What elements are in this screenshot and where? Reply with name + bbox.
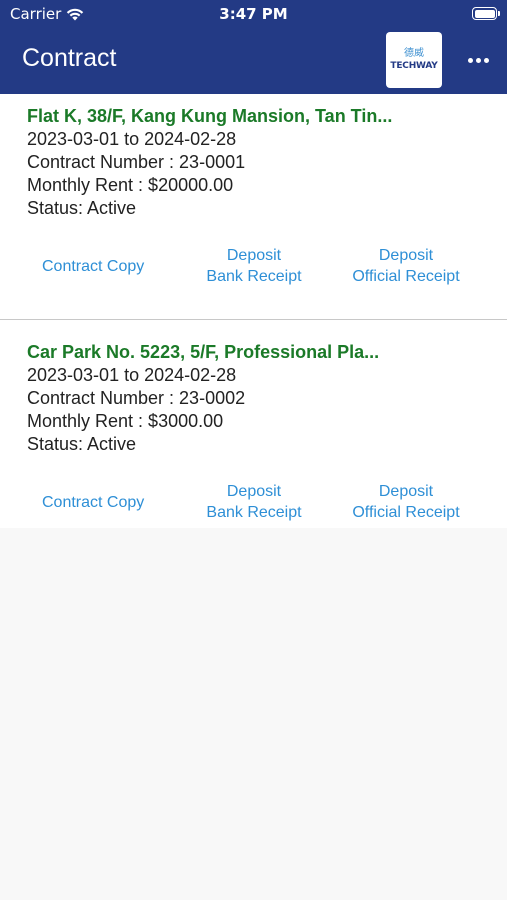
- link-line: Deposit: [378, 483, 434, 500]
- more-menu-button[interactable]: [463, 48, 493, 72]
- logo-chinese-text: 德威: [404, 48, 424, 59]
- contract-status: Status: Active: [27, 198, 137, 218]
- page-title: Contract: [22, 44, 117, 72]
- link-line: Bank Receipt: [206, 268, 302, 285]
- clock: 3:47 PM: [219, 5, 288, 23]
- logo-text: TECHWAY: [390, 61, 438, 71]
- more-icon-dot: [475, 57, 481, 63]
- link-line: Bank Receipt: [206, 504, 302, 521]
- contract-period: 2023-03-01 to 2024-02-28: [27, 129, 237, 149]
- monthly-rent: Monthly Rent : $3000.00: [27, 411, 224, 431]
- link-line: Deposit: [226, 247, 282, 264]
- contract-period: 2023-03-01 to 2024-02-28: [27, 365, 237, 385]
- deposit-bank-receipt-link[interactable]: Deposit Bank Receipt: [198, 481, 310, 523]
- deposit-official-receipt-link[interactable]: Deposit Official Receipt: [340, 245, 472, 287]
- contract-status: Status: Active: [27, 434, 137, 454]
- deposit-official-receipt-link[interactable]: Deposit Official Receipt: [340, 481, 472, 523]
- contract-copy-link[interactable]: Contract Copy: [42, 256, 144, 277]
- property-title: Flat K, 38/F, Kang Kung Mansion, Tan Tin…: [27, 106, 393, 126]
- app-header: Carrier 3:47 PM Contract 德威 TECHWAY: [0, 0, 507, 94]
- battery-icon: [472, 7, 497, 20]
- deposit-bank-receipt-link[interactable]: Deposit Bank Receipt: [198, 245, 310, 287]
- contract-number: Contract Number : 23-0001: [27, 152, 246, 172]
- property-title: Car Park No. 5223, 5/F, Professional Pla…: [27, 342, 380, 362]
- more-icon-dot: [467, 57, 473, 63]
- contract-card[interactable]: Flat K, 38/F, Kang Kung Mansion, Tan Tin…: [0, 94, 507, 319]
- link-line: Official Receipt: [352, 504, 460, 521]
- link-line: Official Receipt: [352, 268, 460, 285]
- company-logo: 德威 TECHWAY: [386, 32, 442, 88]
- link-line: Deposit: [226, 483, 282, 500]
- contract-copy-link[interactable]: Contract Copy: [42, 492, 144, 513]
- status-bar: Carrier 3:47 PM: [0, 0, 507, 28]
- contract-number: Contract Number : 23-0002: [27, 388, 246, 408]
- monthly-rent: Monthly Rent : $20000.00: [27, 175, 234, 195]
- link-line: Deposit: [378, 247, 434, 264]
- contract-card[interactable]: Car Park No. 5223, 5/F, Professional Pla…: [0, 320, 507, 528]
- battery-tip: [498, 11, 500, 16]
- more-icon-dot: [483, 57, 489, 63]
